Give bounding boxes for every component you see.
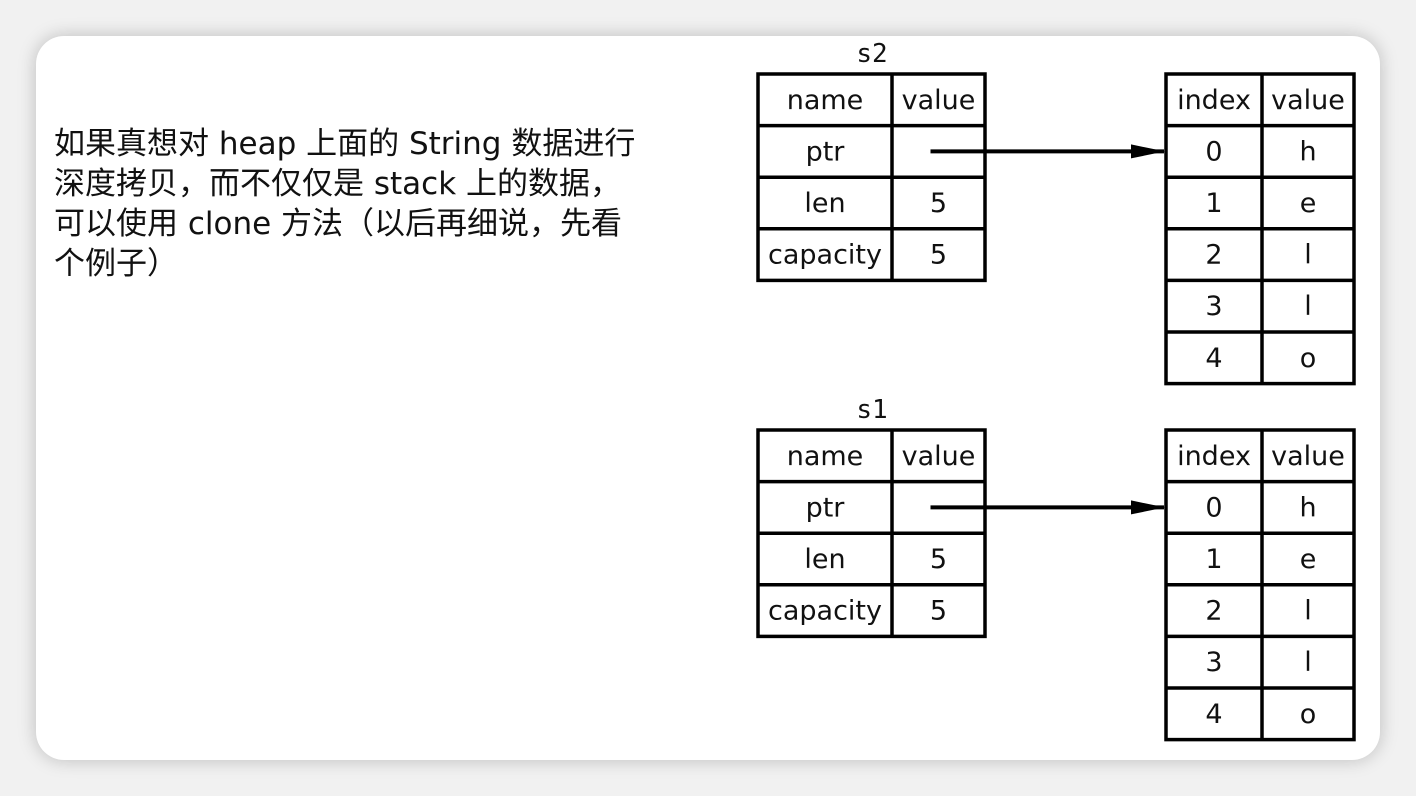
stack-cell: ptr xyxy=(806,492,846,523)
stack-cell: len xyxy=(804,544,845,575)
memory-diagram: s2 name value ptr len 5 capacity 5 index value 0 h 1… xyxy=(756,39,1356,742)
stack-header-cell: value xyxy=(902,85,976,116)
stack-cell: 5 xyxy=(930,544,947,575)
heap-cell: 0 xyxy=(1205,492,1222,523)
heap-cell: h xyxy=(1299,136,1316,167)
heap-cell: 2 xyxy=(1205,240,1222,271)
heap-header-cell: index xyxy=(1177,441,1251,472)
heap-cell: 2 xyxy=(1205,596,1222,627)
stack-header-cell: value xyxy=(902,441,976,472)
heap-cell: o xyxy=(1300,343,1317,374)
heap-cell: 0 xyxy=(1205,136,1222,167)
stack-cell: capacity xyxy=(768,596,882,627)
heap-cell: l xyxy=(1304,647,1312,678)
heap-header-cell: value xyxy=(1271,441,1345,472)
heap-cell: 3 xyxy=(1205,291,1222,322)
heap-cell: h xyxy=(1299,492,1316,523)
stack-header-cell: name xyxy=(787,441,864,472)
heap-cell: l xyxy=(1304,596,1312,627)
stack-cell: ptr xyxy=(806,136,846,167)
heap-header-cell: index xyxy=(1177,85,1251,116)
heap-cell: l xyxy=(1304,240,1312,271)
heap-cell: l xyxy=(1304,291,1312,322)
heap-cell: e xyxy=(1300,188,1317,219)
stack-cell: 5 xyxy=(930,188,947,219)
stack-cell: 5 xyxy=(930,240,947,271)
variable-label: s1 xyxy=(856,395,887,425)
heap-cell: e xyxy=(1300,544,1317,575)
heap-cell: 4 xyxy=(1205,699,1222,730)
stack-cell: capacity xyxy=(768,240,882,271)
stack-cell: 5 xyxy=(930,596,947,627)
heap-header-cell: value xyxy=(1271,85,1345,116)
variable-label: s2 xyxy=(856,39,887,69)
heap-cell: 3 xyxy=(1205,647,1222,678)
heap-cell: o xyxy=(1300,699,1317,730)
heap-cell: 1 xyxy=(1205,544,1222,575)
heap-cell: 1 xyxy=(1205,188,1222,219)
stack-cell: len xyxy=(804,188,845,219)
heap-cell: 4 xyxy=(1205,343,1222,374)
stack-header-cell: name xyxy=(787,85,864,116)
